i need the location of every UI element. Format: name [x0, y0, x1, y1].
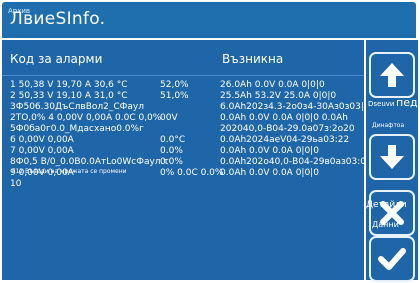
cell-occurrence: 202040,0-В04-29.0а07з:2о20 [220, 124, 355, 134]
table-row[interactable]: 7 0,00V 0,00A 0.0% 0.0Ah 0.0V 0.0A 0|0|0 [2, 146, 364, 157]
cell-code: 10 [10, 179, 22, 189]
side-button-column: Dseuvи пед Динафтоа Детайли Данни [366, 40, 418, 282]
cell-code: 5Ф0ба0г0.0_Мдасхано0.0%г [10, 124, 144, 134]
page-title: ЛвиеSInfo. [10, 9, 106, 29]
cell-occurrence: 25.5Ah 53.2V 25.0A 0|0|0 [220, 91, 337, 101]
cell-occurrence: 0.0Ah2024аеV04-29ьа03:22 [220, 135, 350, 145]
check-icon [378, 248, 406, 270]
table-row[interactable]: 2ТО,0% 4 0,00V 0,00A 0.0C 0,0% 00V 0.0Ah… [2, 113, 364, 124]
table-row[interactable]: 6 0,00V 0,00A 0.0°C 0.0Ah2024аеV04-29ьа0… [2, 135, 364, 146]
table-body: 1 50,38 V 19,70 A 30,6 °C 52,0% 26.0Ah 0… [2, 80, 364, 276]
arrow-down-icon [380, 145, 404, 169]
side-label-mid: Динафтоа [372, 122, 405, 129]
cell-percent: 0.0% [160, 157, 183, 167]
side-label-data: Данни [372, 220, 399, 229]
title-bar: Архив ЛвиеSInfo. [2, 2, 416, 38]
scroll-down-button[interactable] [369, 134, 415, 180]
column-header-occurrence: Възникна [222, 52, 284, 66]
table-row[interactable]: 10 [2, 179, 364, 190]
cell-code: 1 50,38 V 19,70 A 30,6 °C [10, 80, 128, 90]
column-header-code: Код за аларми [10, 52, 103, 66]
overlay-note: F12 Въведи на мрежата се промени [12, 168, 127, 175]
cell-occurrence: 0.0Ah 0.0V 0.0A 0|0|0 [220, 146, 319, 156]
cell-code: 2ТО,0% 4 0,00V 0,00A 0.0C 0,0% [10, 113, 162, 123]
cell-percent: 52,0% [160, 80, 189, 90]
side-label-details: Детайли [366, 200, 407, 210]
cell-code: 2 50,33 V 19,10 A 31,0 °C [10, 91, 128, 101]
table-row[interactable]: 2 50,33 V 19,10 A 31,0 °C 51,0% 25.5Ah 5… [2, 91, 364, 102]
cell-code: 6 0,00V 0,00A [10, 135, 74, 145]
side-label-top-big: пед [396, 96, 418, 109]
cell-percent: 00V [160, 113, 178, 123]
cell-percent: 0.0% [160, 146, 183, 156]
cell-occurrence: 0.0Ah202о40,0-В04-29в0аз03:01о10 [220, 157, 364, 167]
table-row[interactable]: 1 50,38 V 19,70 A 30,6 °C 52,0% 26.0Ah 0… [2, 80, 364, 91]
arrow-up-icon [380, 63, 404, 87]
cell-occurrence: 26.0Ah 0.0V 0.0A 0|0|0 [220, 80, 325, 90]
scroll-up-button[interactable] [369, 52, 415, 98]
cell-percent: 0.0°C [160, 135, 186, 145]
cell-percent: 0% 0.0C 0.0% [160, 168, 224, 178]
cell-percent: 51,0% [160, 91, 189, 101]
delete-button[interactable] [369, 190, 415, 236]
cell-occurrence: 6.0Ah202з4.3-2о0з4-З0Аз0з03|03|0 [220, 102, 364, 112]
cell-occurrence: 0.0Ah 0.0V 0.0A 0|0|0 [220, 168, 319, 178]
alarm-table: Код за аларми Възникна 1 50,38 V 19,70 A… [2, 40, 364, 280]
screen-frame: Архив ЛвиеSInfo. Код за аларми Възникна … [0, 0, 420, 283]
table-header: Код за аларми Възникна [2, 40, 364, 76]
cell-code: 3Ф506.30ДъСлвВол2_СФаул [10, 102, 144, 112]
side-label-top: Dseuvи [368, 100, 395, 108]
table-row[interactable]: 8Ф0,5 В/0_0.0В0.0АтLo0WсФаул.т 0.0% 0.0A… [2, 157, 364, 168]
cell-code: 8Ф0,5 В/0_0.0В0.0АтLo0WсФаул.т [10, 157, 169, 167]
table-row[interactable]: 5Ф0ба0г0.0_Мдасхано0.0%г 202040,0-В04-29… [2, 124, 364, 135]
table-row[interactable]: 3Ф506.30ДъСлвВол2_СФаул 6.0Ah202з4.3-2о0… [2, 102, 364, 113]
cell-code: 7 0,00V 0,00A [10, 146, 74, 156]
confirm-button[interactable] [369, 236, 415, 282]
cell-occurrence: 0.0Ah 0.0V 0.0A 0|0|0 0.0Ah [220, 113, 348, 123]
